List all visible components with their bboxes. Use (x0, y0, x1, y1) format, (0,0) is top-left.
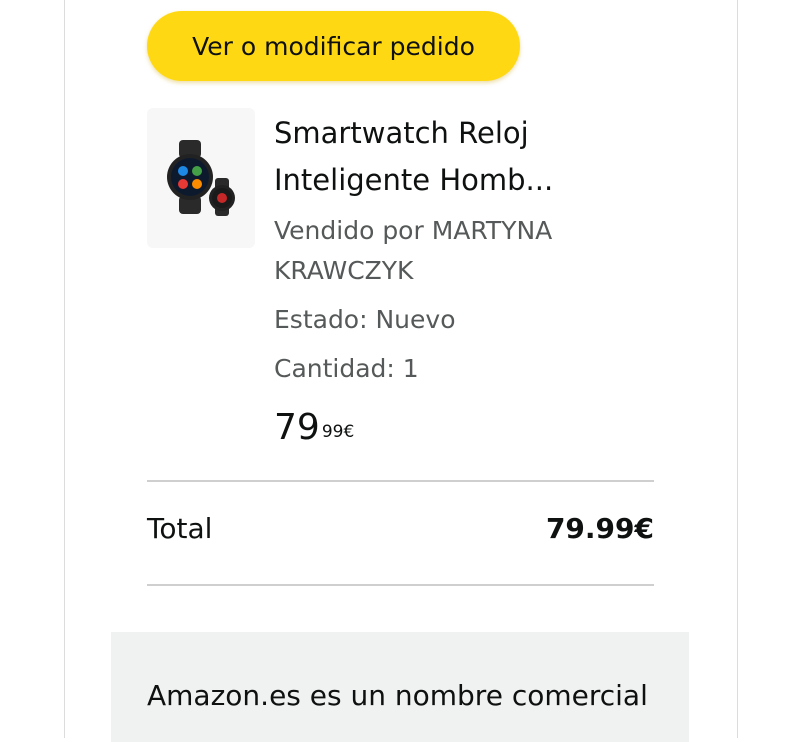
view-modify-order-button[interactable]: Ver o modificar pedido (147, 11, 520, 81)
divider (147, 584, 654, 586)
price-fraction: 99€ (321, 422, 355, 442)
seller-info: Vendido por MARTYNA KRAWCZYK (274, 211, 674, 291)
view-modify-order-label: Ver o modificar pedido (192, 31, 475, 61)
total-label: Total (147, 512, 213, 545)
total-value: 79.99€ (545, 512, 654, 545)
product-title[interactable]: Smartwatch Reloj Inteligente Homb... (274, 110, 674, 204)
divider (147, 480, 654, 482)
footer-text: Amazon.es es un nombre comercial (147, 679, 648, 712)
seller-line1: Vendido por MARTYNA (274, 216, 553, 245)
seller-line2: KRAWCZYK (274, 256, 414, 285)
product-title-line1: Smartwatch Reloj (274, 116, 529, 150)
product-title-line2: Inteligente Homb... (274, 163, 554, 197)
item-price: 79 99€ (274, 402, 354, 454)
quantity-text: Cantidad: 1 (274, 354, 419, 383)
product-thumbnail[interactable] (147, 108, 255, 248)
condition-text: Estado: Nuevo (274, 305, 456, 334)
price-whole: 79 (274, 407, 320, 448)
smartwatch-image (167, 140, 235, 216)
